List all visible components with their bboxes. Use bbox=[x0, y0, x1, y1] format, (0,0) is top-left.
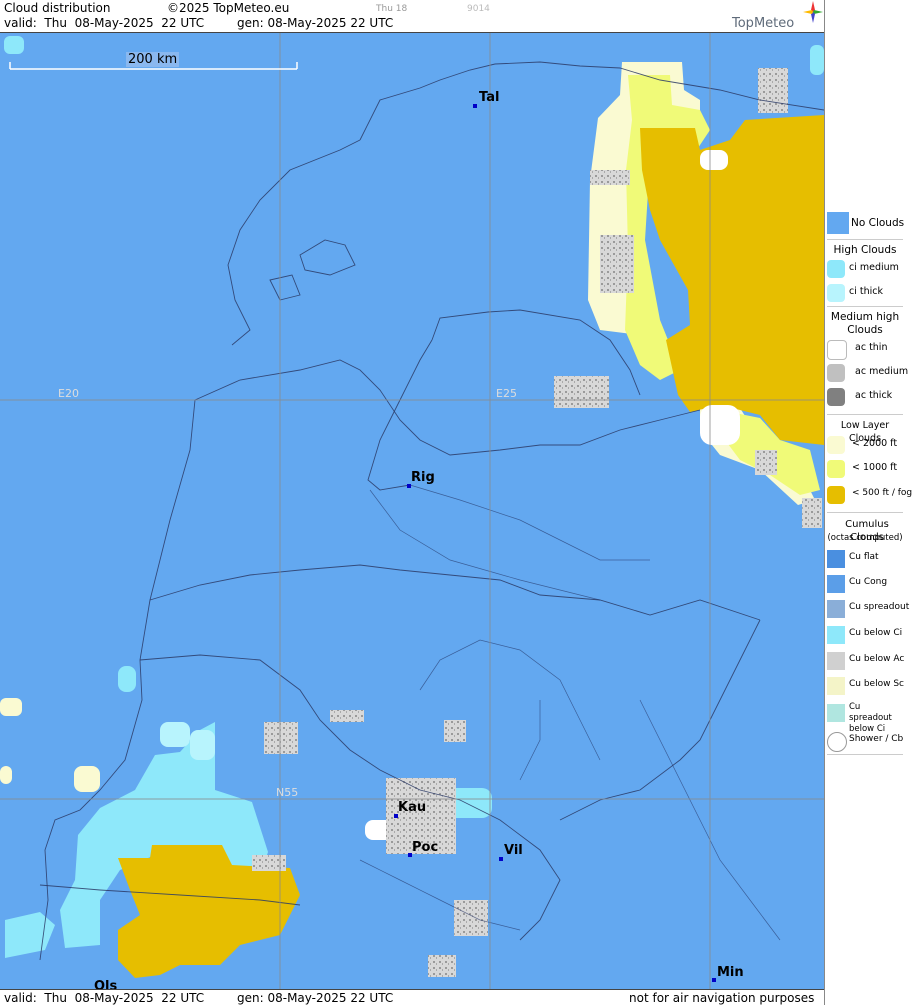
legend-cu-below-sc: Cu below Sc bbox=[827, 675, 905, 697]
brand-name: TopMeteo bbox=[732, 16, 795, 31]
legend-ci-medium: ci medium bbox=[827, 258, 905, 280]
city-label-rig: Rig bbox=[411, 470, 435, 485]
fog-band-northeast bbox=[640, 115, 824, 445]
legend-ci-thick: ci thick bbox=[827, 282, 905, 304]
run-code: 9014 bbox=[467, 4, 490, 14]
no-clouds-swatch bbox=[827, 212, 849, 234]
grid-label-n55: N55 bbox=[276, 786, 299, 799]
legend-high-title: High Clouds bbox=[833, 244, 897, 256]
legend-shower: Shower / Cb bbox=[827, 730, 905, 752]
city-label-vil: Vil bbox=[504, 843, 523, 858]
legend-low-1000: < 1000 ft bbox=[827, 458, 905, 480]
legend-low-2000: < 2000 ft bbox=[827, 434, 905, 456]
legend-no-clouds: No Clouds bbox=[827, 212, 905, 234]
run-day: Thu 18 bbox=[376, 4, 408, 14]
cloud-map[interactable]: 200 km E20 E25 N55 Tal Rig Kau Poc Vil M… bbox=[0, 33, 824, 989]
legend-cu-flat: Cu flat bbox=[827, 548, 905, 570]
city-label-poc: Poc bbox=[412, 840, 439, 855]
legend-panel: No Clouds High Clouds ci medium ci thick… bbox=[824, 0, 916, 1005]
city-marker-min bbox=[712, 978, 716, 982]
map-footer: valid: Thu 08-May-2025 22 UTC gen: 08-Ma… bbox=[0, 989, 824, 1006]
valid-time: valid: Thu 08-May-2025 22 UTC bbox=[4, 16, 205, 30]
gen-time: gen: 08-May-2025 22 UTC bbox=[237, 16, 394, 30]
rivers bbox=[359, 484, 781, 941]
legend-ac-thick: ac thick bbox=[827, 386, 905, 408]
map-header: Cloud distribution ©2025 TopMeteo.eu Thu… bbox=[0, 0, 824, 33]
city-label-ols: Ols bbox=[94, 979, 118, 989]
legend-ac-medium: ac medium bbox=[827, 362, 908, 384]
brand-star-icon bbox=[803, 1, 823, 26]
scale-bar-label: 200 km bbox=[126, 52, 180, 67]
city-label-tal: Tal bbox=[479, 90, 500, 105]
city-label-kau: Kau bbox=[398, 800, 427, 815]
copyright: ©2025 TopMeteo.eu bbox=[167, 1, 290, 15]
city-label-min: Min bbox=[717, 965, 744, 980]
legend-ac-thin: ac thin bbox=[827, 338, 905, 360]
legend-cu-spread-ci: Cu spreadout below Ci bbox=[827, 702, 905, 734]
legend-cu-below-ci: Cu below Ci bbox=[827, 624, 905, 646]
legend-cu-cong: Cu Cong bbox=[827, 573, 905, 595]
grid-label-e25: E25 bbox=[496, 387, 517, 400]
legend-low-500: < 500 ft / fog bbox=[827, 484, 912, 506]
low-2000-patches bbox=[0, 698, 100, 792]
product-title: Cloud distribution bbox=[4, 1, 111, 15]
footer-disclaimer: not for air navigation purposes bbox=[629, 991, 815, 1005]
grid-label-e20: E20 bbox=[58, 387, 79, 400]
legend-cu-subtitle: (octas computed) bbox=[827, 533, 903, 543]
city-marker-vil bbox=[499, 857, 503, 861]
footer-gen: gen: 08-May-2025 22 UTC bbox=[237, 991, 394, 1005]
legend-cu-below-ac: Cu below Ac bbox=[827, 650, 905, 672]
legend-medium-title: Medium high Clouds bbox=[830, 311, 900, 336]
city-marker-tal bbox=[473, 104, 477, 108]
footer-valid: valid: Thu 08-May-2025 22 UTC bbox=[4, 991, 205, 1005]
legend-cu-spreadout: Cu spreadout bbox=[827, 598, 909, 620]
